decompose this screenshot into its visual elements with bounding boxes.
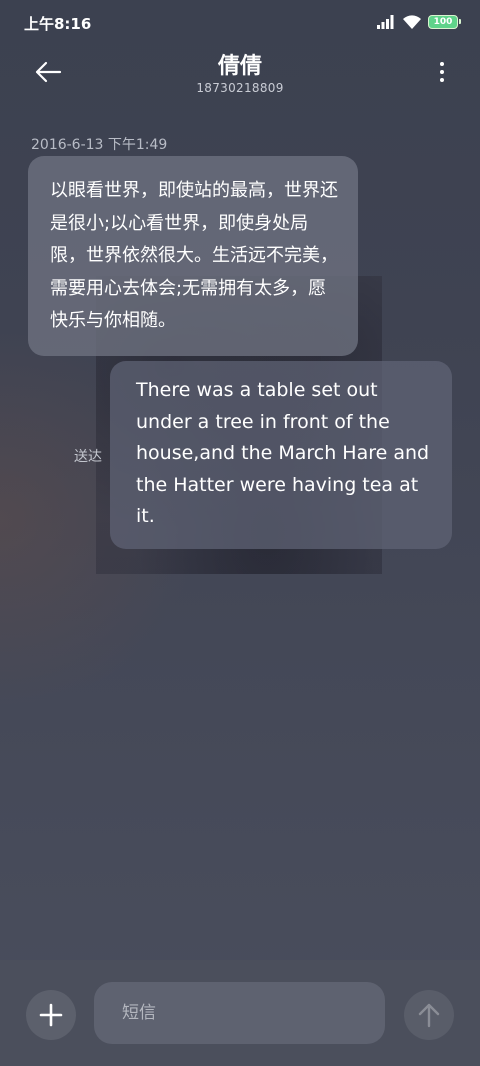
contact-name: 倩倩 xyxy=(217,54,262,79)
outgoing-message-bubble[interactable]: There was a table set out under a tree i… xyxy=(110,361,452,549)
message-timestamp: 2016-6-13 下午1:49 xyxy=(31,137,168,153)
incoming-message-bubble[interactable]: 以眼看世界，即使站的最高，世界还是很小;以心看世界，即使身处局限，世界依然很大。… xyxy=(28,156,358,356)
compose-bar xyxy=(0,960,480,1066)
more-vertical-icon-dot xyxy=(440,70,444,74)
battery-level: 100 xyxy=(433,16,453,27)
incoming-message-text: 以眼看世界，即使站的最高，世界还是很小;以心看世界，即使身处局限，世界依然很大。… xyxy=(50,180,338,331)
status-bar: 上午8:16 100 xyxy=(0,0,480,46)
more-options-button[interactable] xyxy=(432,54,452,90)
more-vertical-icon-dot xyxy=(440,78,444,82)
more-vertical-icon xyxy=(440,62,444,66)
arrow-up-icon xyxy=(418,1003,440,1028)
phone-number: 18730218809 xyxy=(196,81,284,95)
status-icons: 100 xyxy=(376,13,461,31)
wifi-icon xyxy=(403,15,421,29)
delivery-status: 送达 xyxy=(74,449,102,465)
sms-input[interactable] xyxy=(94,982,385,1044)
add-attachment-button[interactable] xyxy=(26,990,76,1040)
status-time: 上午8:16 xyxy=(24,15,92,33)
conversation-header: 倩倩 18730218809 xyxy=(0,46,480,102)
outgoing-message-text: There was a table set out under a tree i… xyxy=(136,379,430,527)
send-button[interactable] xyxy=(404,990,454,1040)
signal-icon xyxy=(377,15,394,29)
battery-icon: 100 xyxy=(428,15,461,29)
plus-icon xyxy=(39,1003,63,1027)
